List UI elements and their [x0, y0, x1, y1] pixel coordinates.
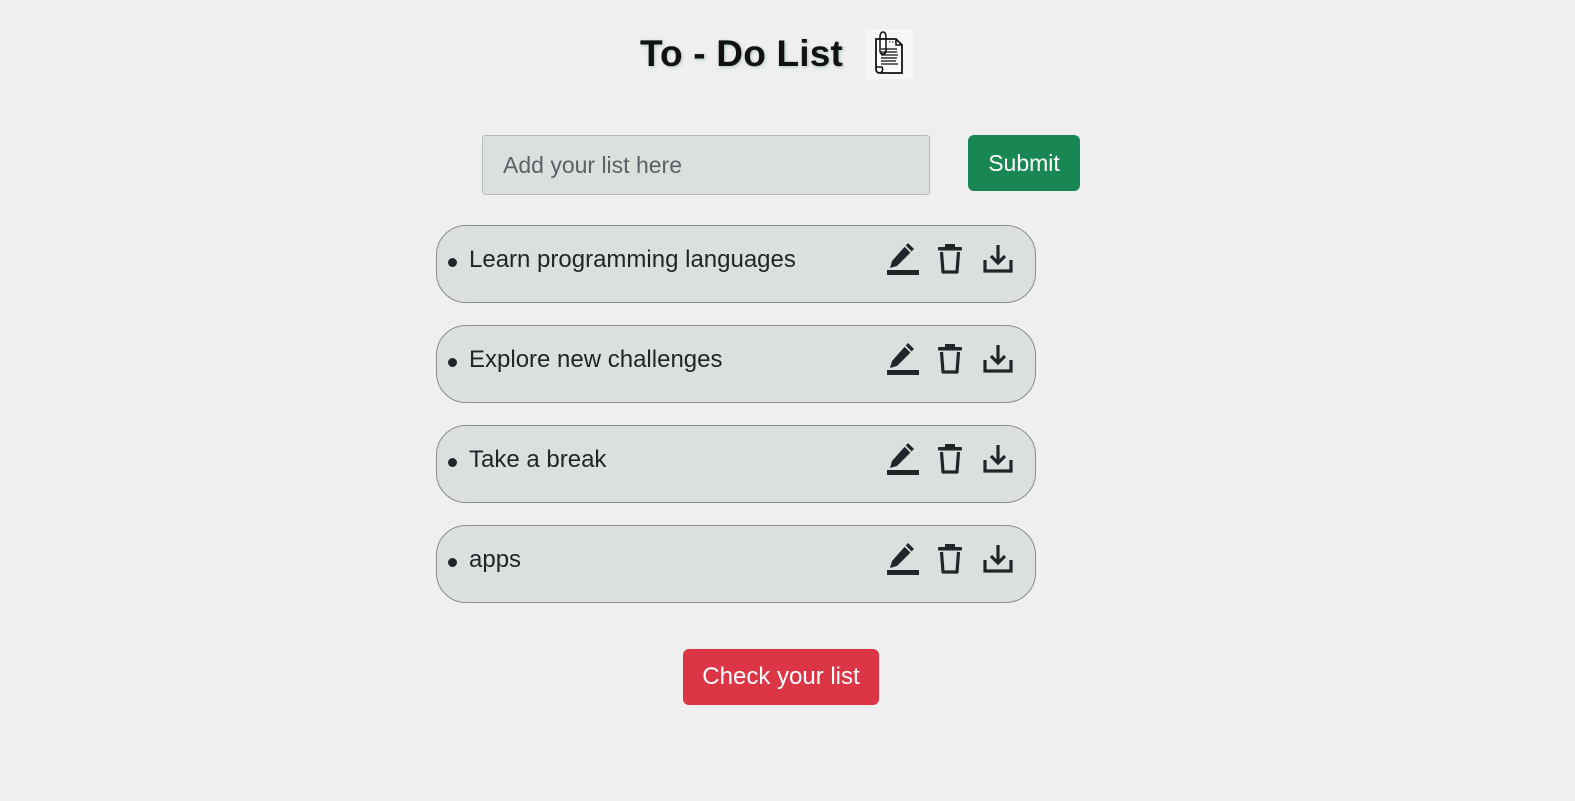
page-header: To - Do List	[0, 24, 1575, 84]
bullet-icon	[448, 258, 457, 267]
page-title: To - Do List	[639, 33, 844, 74]
check-list-button[interactable]: Check your list	[683, 649, 879, 705]
pencil-icon[interactable]	[886, 241, 920, 277]
todo-list: Learn programming languages Explore new …	[436, 225, 1036, 625]
todo-input[interactable]	[482, 135, 930, 195]
notepad-icon	[865, 29, 914, 79]
bullet-icon	[448, 458, 457, 467]
todo-actions	[886, 441, 1014, 477]
todo-actions	[886, 341, 1014, 377]
add-todo-form: Submit	[482, 135, 1082, 195]
todo-item: Learn programming languages	[436, 225, 1036, 303]
trash-icon[interactable]	[936, 341, 964, 377]
download-icon[interactable]	[982, 241, 1014, 277]
todo-text: Learn programming languages	[469, 246, 796, 273]
trash-icon[interactable]	[936, 541, 964, 577]
download-icon[interactable]	[982, 441, 1014, 477]
todo-actions	[886, 541, 1014, 577]
todo-actions	[886, 241, 1014, 277]
todo-text: Explore new challenges	[469, 346, 723, 373]
download-icon[interactable]	[982, 341, 1014, 377]
download-icon[interactable]	[982, 541, 1014, 577]
bullet-icon	[448, 558, 457, 567]
bullet-icon	[448, 358, 457, 367]
todo-item: apps	[436, 525, 1036, 603]
todo-item: Take a break	[436, 425, 1036, 503]
todo-text: apps	[469, 546, 522, 573]
trash-icon[interactable]	[936, 441, 964, 477]
trash-icon[interactable]	[936, 241, 964, 277]
submit-button[interactable]: Submit	[968, 135, 1080, 191]
pencil-icon[interactable]	[886, 341, 920, 377]
pencil-icon[interactable]	[886, 441, 920, 477]
pencil-icon[interactable]	[886, 541, 920, 577]
todo-text: Take a break	[469, 446, 607, 473]
todo-item: Explore new challenges	[436, 325, 1036, 403]
